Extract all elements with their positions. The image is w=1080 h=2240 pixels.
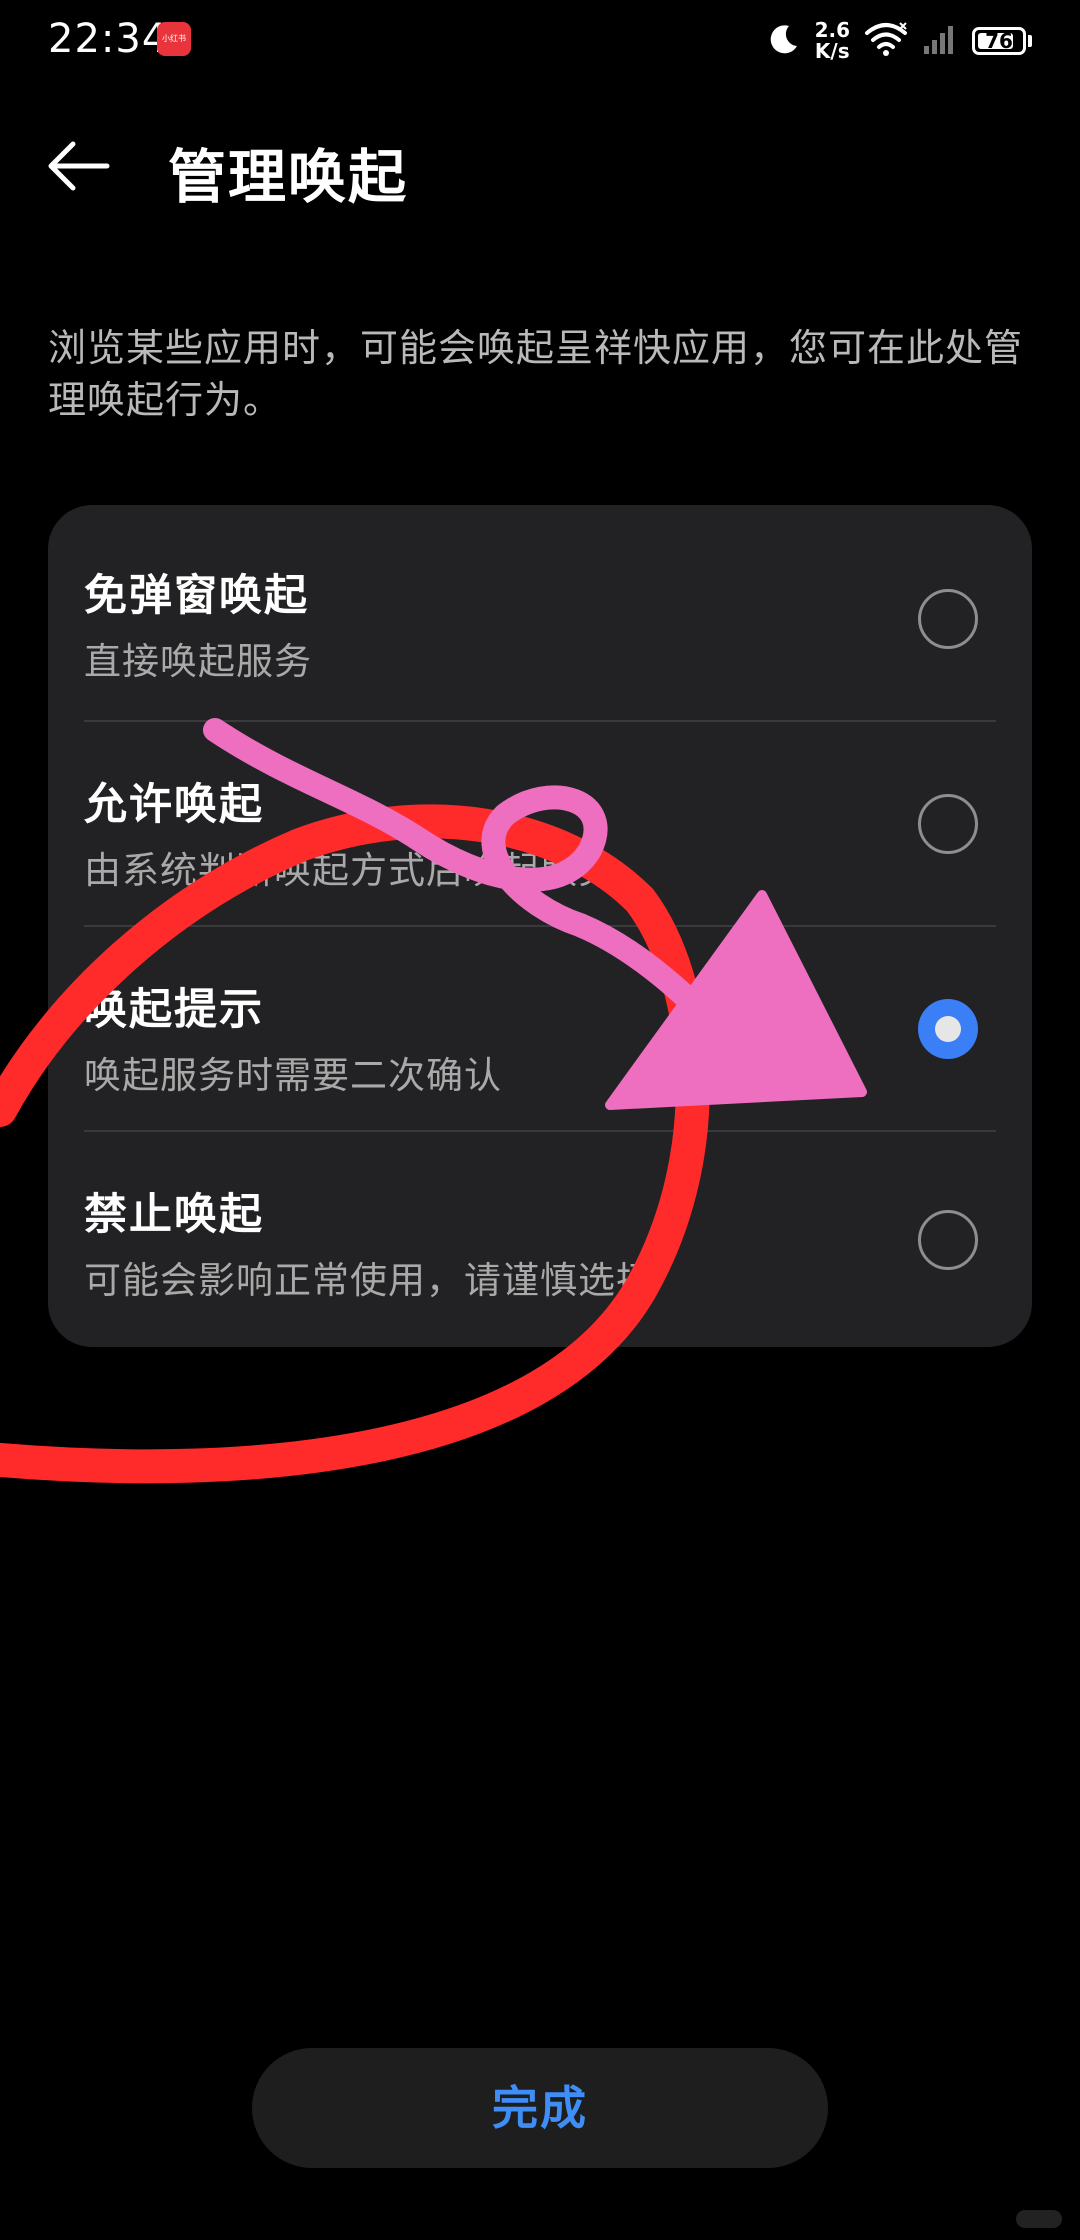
- option-subtitle: 唤起服务时需要二次确认: [84, 1054, 502, 1097]
- status-icons: 2.6 K/s 76: [767, 16, 1032, 66]
- network-speed: 2.6 K/s: [815, 20, 850, 62]
- signal-icon: [922, 22, 958, 60]
- option-subtitle: 可能会影响正常使用，请谨慎选择: [84, 1259, 654, 1302]
- option-subtitle: 由系统判断唤起方式后唤起服务: [84, 849, 616, 892]
- app-notification-badge: 小红书: [157, 22, 191, 56]
- radio-button[interactable]: [918, 794, 978, 854]
- done-button[interactable]: 完成: [252, 2048, 828, 2168]
- watermark: [1016, 2210, 1062, 2228]
- battery-level: 76: [985, 29, 1013, 53]
- moon-icon: [767, 22, 801, 60]
- options-card: 免弹窗唤起 直接唤起服务 允许唤起 由系统判断唤起方式后唤起服务 唤起提示 唤起…: [48, 505, 1032, 1347]
- back-arrow-icon: [48, 141, 110, 191]
- net-speed-unit: K/s: [814, 39, 850, 63]
- option-subtitle: 直接唤起服务: [84, 640, 312, 683]
- option-title: 唤起提示: [84, 985, 264, 1035]
- battery-icon: 76: [972, 27, 1032, 55]
- status-time: 22:34: [48, 16, 169, 62]
- option-forbid-launch[interactable]: 禁止唤起 可能会影响正常使用，请谨慎选择: [48, 1130, 1032, 1335]
- page-description: 浏览某些应用时，可能会唤起呈祥快应用，您可在此处管理唤起行为。: [48, 326, 1024, 422]
- option-no-popup-launch[interactable]: 免弹窗唤起 直接唤起服务: [48, 505, 1032, 710]
- net-speed-value: 2.6: [814, 18, 850, 42]
- radio-dot: [935, 1016, 961, 1042]
- status-bar: 22:34 小红书 2.6 K/s 76: [0, 0, 1080, 86]
- option-title: 禁止唤起: [84, 1190, 264, 1240]
- radio-button[interactable]: [918, 1210, 978, 1270]
- option-allow-launch[interactable]: 允许唤起 由系统判断唤起方式后唤起服务: [48, 720, 1032, 925]
- battery-body: 76: [972, 27, 1026, 55]
- option-title: 免弹窗唤起: [84, 571, 309, 621]
- radio-button-selected[interactable]: [918, 999, 978, 1059]
- page-title: 管理唤起: [168, 143, 409, 211]
- battery-cap: [1028, 35, 1032, 47]
- radio-button[interactable]: [918, 589, 978, 649]
- option-launch-prompt[interactable]: 唤起提示 唤起服务时需要二次确认: [48, 925, 1032, 1130]
- option-title: 允许唤起: [84, 780, 264, 830]
- wifi-icon: [864, 21, 908, 61]
- back-button[interactable]: [40, 128, 116, 204]
